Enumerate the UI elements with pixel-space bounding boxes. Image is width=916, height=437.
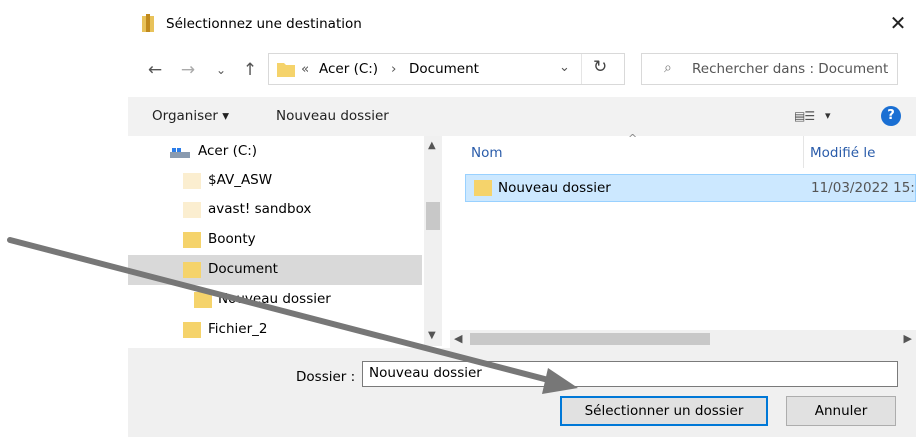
annotation-arrow	[7, 237, 578, 394]
